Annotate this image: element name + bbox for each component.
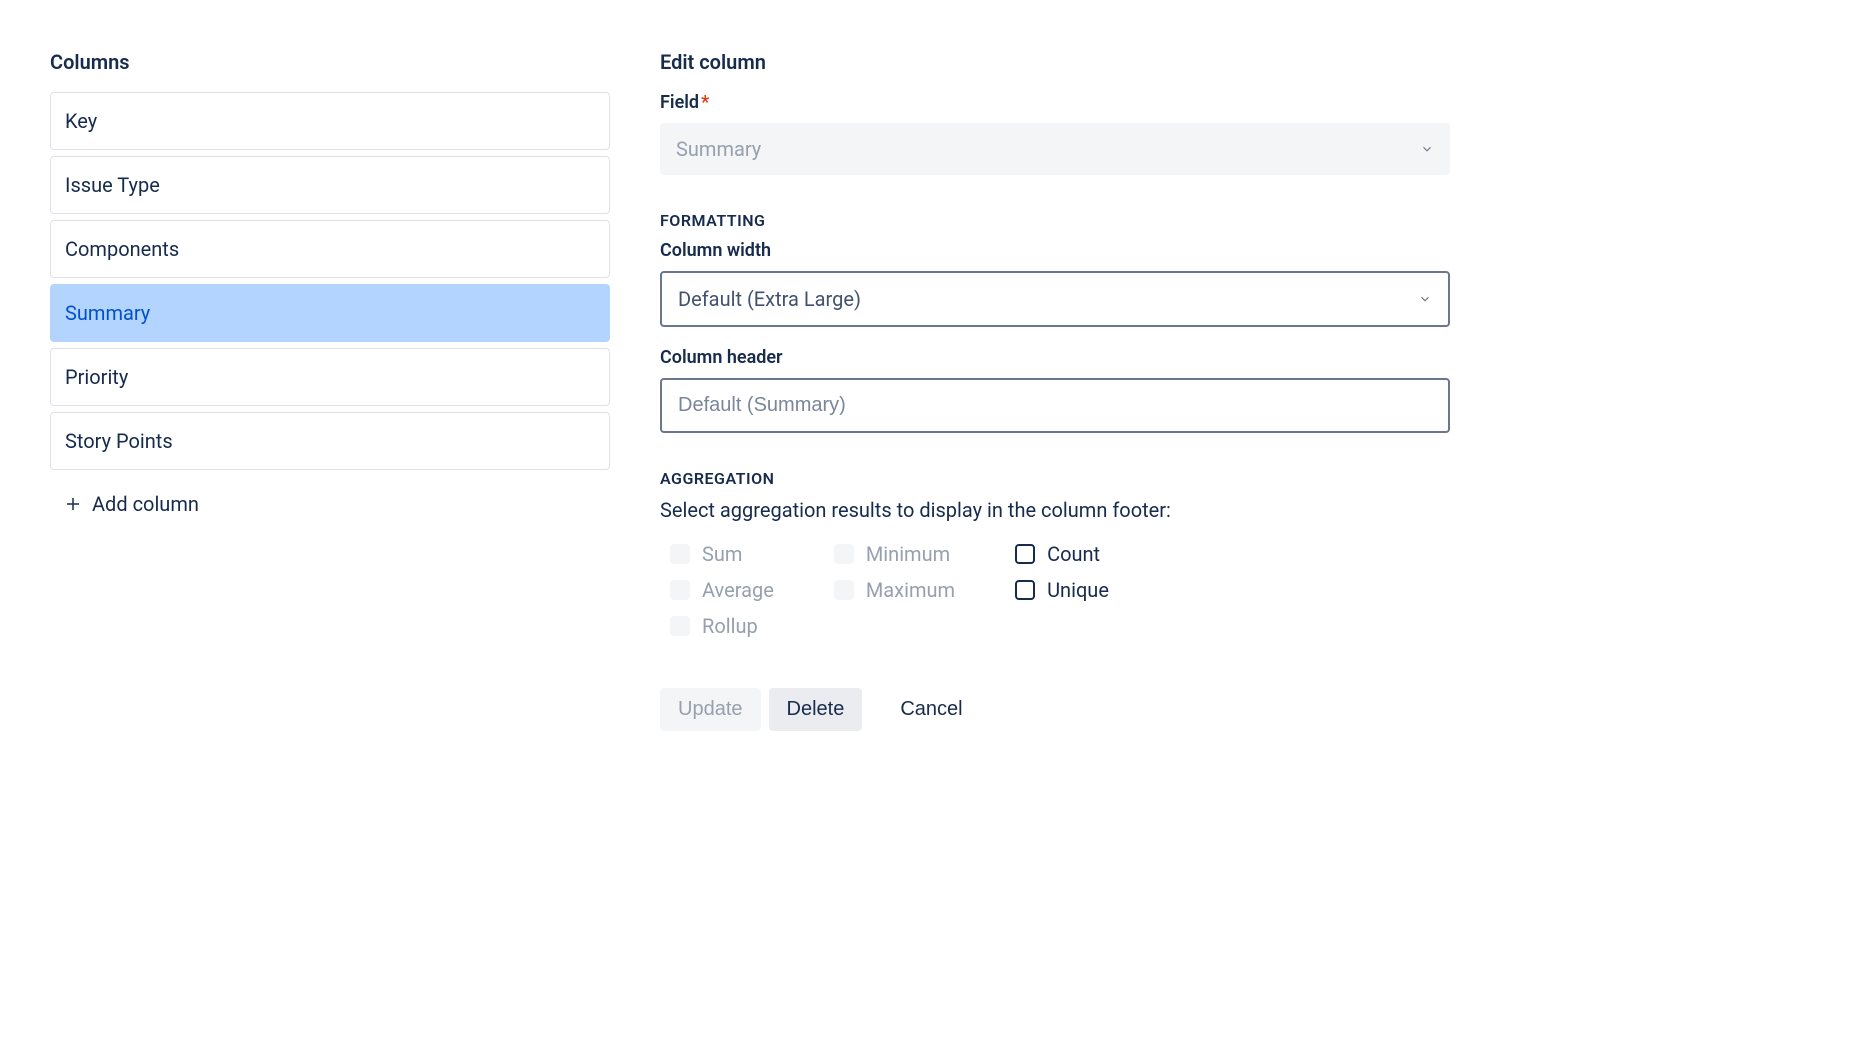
field-select-value: Summary — [676, 137, 761, 161]
add-column-label: Add column — [92, 492, 199, 516]
required-star: * — [701, 92, 709, 113]
checkbox-icon[interactable] — [1015, 544, 1035, 564]
checkbox-icon — [670, 616, 690, 636]
column-item-key[interactable]: Key — [50, 92, 610, 150]
formatting-title: FORMATTING — [660, 211, 1450, 230]
width-select[interactable]: Default (Extra Large) — [660, 271, 1450, 327]
column-item-priority[interactable]: Priority — [50, 348, 610, 406]
header-label: Column header — [660, 347, 1450, 368]
field-label: Field* — [660, 92, 1450, 113]
check-count[interactable]: Count — [1015, 542, 1109, 566]
field-select: Summary — [660, 123, 1450, 175]
column-item-components[interactable]: Components — [50, 220, 610, 278]
check-maximum: Maximum — [834, 578, 955, 602]
checkbox-icon[interactable] — [1015, 580, 1035, 600]
plus-icon — [64, 495, 82, 513]
columns-title: Columns — [50, 50, 610, 74]
edit-title: Edit column — [660, 50, 1450, 74]
chevron-down-icon — [1418, 292, 1432, 306]
cancel-button[interactable]: Cancel — [882, 688, 980, 731]
column-item-issuetype[interactable]: Issue Type — [50, 156, 610, 214]
check-minimum: Minimum — [834, 542, 955, 566]
check-average: Average — [670, 578, 774, 602]
edit-panel: Edit column Field* Summary FORMATTING Co… — [660, 50, 1450, 731]
aggregation-help: Select aggregation results to display in… — [660, 498, 1450, 522]
button-row: Update Delete Cancel — [660, 688, 1450, 731]
check-sum: Sum — [670, 542, 774, 566]
chevron-down-icon — [1420, 142, 1434, 156]
update-button: Update — [660, 688, 761, 731]
columns-panel: Columns Key Issue Type Components Summar… — [50, 50, 610, 731]
check-unique[interactable]: Unique — [1015, 578, 1109, 602]
check-rollup: Rollup — [670, 614, 774, 638]
checkbox-icon — [834, 580, 854, 600]
delete-button[interactable]: Delete — [769, 688, 863, 731]
column-item-storypoints[interactable]: Story Points — [50, 412, 610, 470]
aggregation-title: AGGREGATION — [660, 469, 1450, 488]
checkbox-icon — [670, 544, 690, 564]
aggregation-checkboxes: Sum Average Rollup Minimum Max — [670, 542, 1450, 638]
column-list: Key Issue Type Components Summary Priori… — [50, 92, 610, 470]
column-item-summary[interactable]: Summary — [50, 284, 610, 342]
header-input[interactable] — [660, 378, 1450, 433]
width-select-value: Default (Extra Large) — [678, 287, 861, 311]
add-column-button[interactable]: Add column — [50, 478, 610, 530]
width-label: Column width — [660, 240, 1450, 261]
checkbox-icon — [834, 544, 854, 564]
checkbox-icon — [670, 580, 690, 600]
